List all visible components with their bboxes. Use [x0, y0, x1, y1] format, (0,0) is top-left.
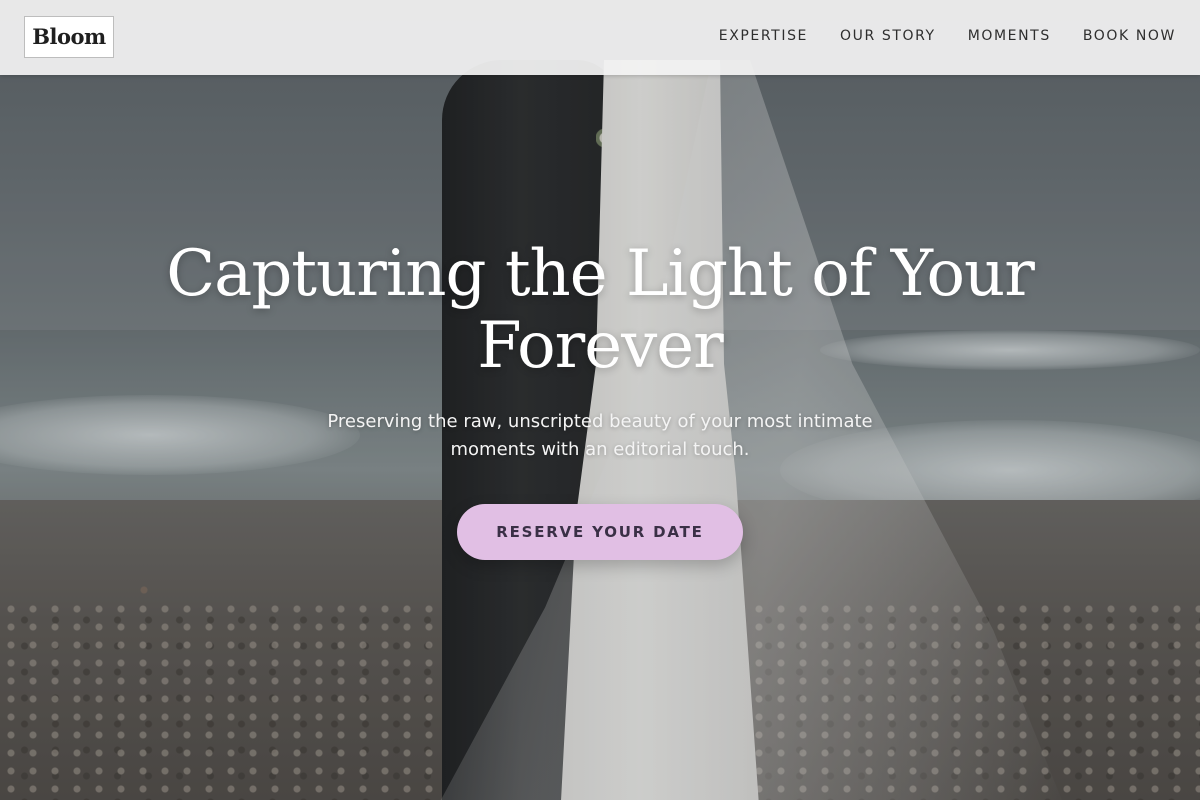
- hero-subheadline: Preserving the raw, unscripted beauty of…: [327, 411, 873, 460]
- main-nav: EXPERTISE OUR STORY MOMENTS BOOK NOW: [719, 26, 1176, 46]
- site-header: Bloom EXPERTISE OUR STORY MOMENTS BOOK N…: [0, 0, 1200, 75]
- nav-link-expertise[interactable]: EXPERTISE: [719, 26, 808, 46]
- hero-content: Capturing the Light of Your Forever Pres…: [150, 238, 1050, 560]
- nav-link-book-now[interactable]: BOOK NOW: [1083, 26, 1176, 46]
- logo[interactable]: Bloom: [24, 16, 114, 58]
- nav-link-moments[interactable]: MOMENTS: [968, 26, 1051, 46]
- hero-headline: Capturing the Light of Your Forever: [166, 237, 1035, 383]
- reserve-date-button[interactable]: RESERVE YOUR DATE: [457, 504, 743, 560]
- nav-link-our-story[interactable]: OUR STORY: [840, 26, 936, 46]
